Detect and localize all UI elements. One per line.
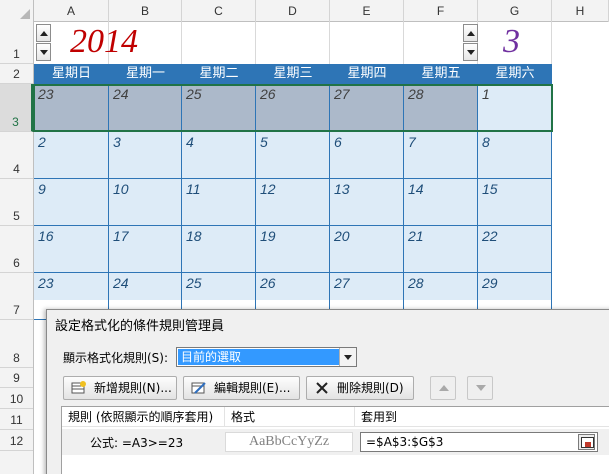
move-up-icon bbox=[439, 385, 449, 391]
rule-formula: 公式: =A3>=23 bbox=[90, 436, 184, 450]
calendar-day-cell[interactable]: 12 bbox=[256, 179, 330, 226]
calendar-day-cell[interactable]: 3 bbox=[109, 132, 182, 179]
weekday-label: 星期一 bbox=[125, 66, 165, 81]
row-header-7[interactable]: 7 bbox=[0, 273, 33, 320]
weekday-label: 星期二 bbox=[199, 66, 239, 81]
calendar-day-cell[interactable]: 26 bbox=[256, 84, 330, 132]
delete-rule-label: 刪除規則(D) bbox=[337, 381, 404, 395]
move-down-button[interactable] bbox=[467, 376, 493, 400]
calendar-day-cell[interactable]: 14 bbox=[404, 179, 478, 226]
calendar-day-cell[interactable]: 21 bbox=[404, 226, 478, 273]
move-down-icon bbox=[476, 385, 486, 391]
row-header-2[interactable]: 2 bbox=[0, 64, 33, 84]
month-display: 3 bbox=[503, 23, 520, 60]
row-header-1[interactable]: 1 bbox=[0, 22, 33, 64]
calendar-day-cell[interactable]: 7 bbox=[404, 132, 478, 179]
row-header-bar: 1 2 3 4 5 6 7 8 9 10 11 12 bbox=[0, 22, 34, 474]
weekday-label: 星期四 bbox=[347, 66, 387, 81]
delete-rule-icon bbox=[316, 382, 328, 394]
row-header-12[interactable]: 12 bbox=[0, 430, 33, 451]
weekday-header: 星期日 星期一 星期二 星期三 星期四 星期五 星期六 bbox=[34, 64, 552, 84]
calendar-day-cell[interactable]: 23 bbox=[34, 84, 109, 132]
calendar-day-cell[interactable]: 8 bbox=[478, 132, 552, 179]
column-header-a[interactable]: A bbox=[34, 0, 109, 22]
calendar-day-cell[interactable]: 25 bbox=[182, 84, 256, 132]
calendar-day-cell[interactable]: 5 bbox=[256, 132, 330, 179]
calendar-day-cell[interactable]: 10 bbox=[109, 179, 182, 226]
select-all-corner[interactable] bbox=[0, 0, 34, 22]
year-spin-down-icon[interactable] bbox=[36, 43, 51, 61]
chevron-down-icon[interactable] bbox=[339, 348, 356, 366]
weekday-label: 星期六 bbox=[495, 66, 535, 81]
month-spin-down-icon[interactable] bbox=[463, 43, 478, 61]
column-header-bar: A B C D E F G H bbox=[0, 0, 609, 22]
column-header-c[interactable]: C bbox=[182, 0, 256, 22]
applies-to-value: =$A$3:$G$3 bbox=[366, 435, 444, 449]
calendar-day-cell[interactable]: 27 bbox=[330, 84, 404, 132]
move-up-button[interactable] bbox=[430, 376, 456, 400]
row-header-6[interactable]: 6 bbox=[0, 226, 33, 273]
show-rules-label: 顯示格式化規則(S): bbox=[63, 351, 169, 365]
delete-rule-button[interactable]: 刪除規則(D) bbox=[306, 376, 414, 400]
calendar-grid: 23 24 25 26 27 28 1 2 3 4 5 6 7 8 9 10 11 12 13 14 15 16 17 18 1… bbox=[34, 84, 552, 320]
column-header-b[interactable]: B bbox=[109, 0, 182, 22]
row-header-9[interactable]: 9 bbox=[0, 368, 33, 388]
conditional-formatting-dialog: 設定格式化的條件規則管理員 顯示格式化規則(S): 目前的選取 新增規則(N).… bbox=[46, 309, 609, 474]
applies-to-input[interactable]: =$A$3:$G$3 bbox=[360, 432, 598, 452]
month-spin-up-icon[interactable] bbox=[463, 24, 478, 42]
calendar-day-cell[interactable]: 6 bbox=[330, 132, 404, 179]
calendar-day-cell[interactable]: 15 bbox=[478, 179, 552, 226]
column-header-h[interactable]: H bbox=[552, 0, 609, 22]
calendar-day-cell[interactable]: 9 bbox=[34, 179, 109, 226]
range-select-icon[interactable] bbox=[578, 434, 595, 450]
calendar-day-cell[interactable]: 24 bbox=[109, 84, 182, 132]
column-header-e[interactable]: E bbox=[330, 0, 404, 22]
rules-list: 規則 (依照顯示的順序套用) 格式 套用到 公式: =A3>=23 AaBbCc… bbox=[61, 406, 609, 474]
rule-row[interactable]: 公式: =A3>=23 AaBbCcYyZz =$A$3:$G$3 bbox=[62, 429, 609, 455]
row-header-5[interactable]: 5 bbox=[0, 179, 33, 226]
calendar-day-cell[interactable]: 18 bbox=[182, 226, 256, 273]
column-rule-header: 規則 (依照顯示的順序套用) bbox=[62, 407, 225, 427]
year-spin-up-icon[interactable] bbox=[36, 24, 51, 42]
edit-rule-label: 編輯規則(E)... bbox=[214, 381, 291, 395]
new-rule-icon bbox=[71, 381, 86, 394]
calendar-day-cell[interactable]: 1 bbox=[478, 84, 552, 132]
column-header-g[interactable]: G bbox=[478, 0, 552, 22]
row-header-3[interactable]: 3 bbox=[0, 84, 33, 132]
calendar-day-cell[interactable]: 16 bbox=[34, 226, 109, 273]
new-rule-button[interactable]: 新增規則(N)... bbox=[63, 376, 177, 400]
calendar-day-cell[interactable]: 19 bbox=[256, 226, 330, 273]
calendar-day-cell[interactable]: 13 bbox=[330, 179, 404, 226]
edit-rule-icon bbox=[191, 382, 206, 394]
calendar-day-cell[interactable]: 2 bbox=[34, 132, 109, 179]
new-rule-label: 新增規則(N)... bbox=[94, 381, 172, 395]
calendar-day-cell[interactable]: 4 bbox=[182, 132, 256, 179]
column-header-d[interactable]: D bbox=[256, 0, 330, 22]
row-header-11[interactable]: 11 bbox=[0, 409, 33, 430]
column-header-f[interactable]: F bbox=[404, 0, 478, 22]
calendar-day-cell[interactable]: 20 bbox=[330, 226, 404, 273]
weekday-label: 星期五 bbox=[421, 66, 461, 81]
calendar-day-cell[interactable]: 22 bbox=[478, 226, 552, 273]
weekday-label: 星期日 bbox=[51, 66, 91, 81]
row-header-10[interactable]: 10 bbox=[0, 388, 33, 409]
edit-rule-button[interactable]: 編輯規則(E)... bbox=[183, 376, 300, 400]
dialog-title: 設定格式化的條件規則管理員 bbox=[55, 319, 225, 334]
row-header-8[interactable]: 8 bbox=[0, 320, 33, 368]
year-display: 2014 bbox=[70, 23, 138, 60]
show-rules-value: 目前的選取 bbox=[178, 349, 339, 365]
calendar-day-cell[interactable]: 28 bbox=[404, 84, 478, 132]
column-applies-to-header: 套用到 bbox=[355, 407, 609, 427]
row-header-4[interactable]: 4 bbox=[0, 132, 33, 179]
weekday-label: 星期三 bbox=[273, 66, 313, 81]
format-preview: AaBbCcYyZz bbox=[225, 432, 353, 452]
column-format-header: 格式 bbox=[225, 407, 355, 427]
show-rules-select[interactable]: 目前的選取 bbox=[176, 347, 357, 367]
calendar-day-cell[interactable]: 17 bbox=[109, 226, 182, 273]
calendar-day-cell[interactable]: 11 bbox=[182, 179, 256, 226]
